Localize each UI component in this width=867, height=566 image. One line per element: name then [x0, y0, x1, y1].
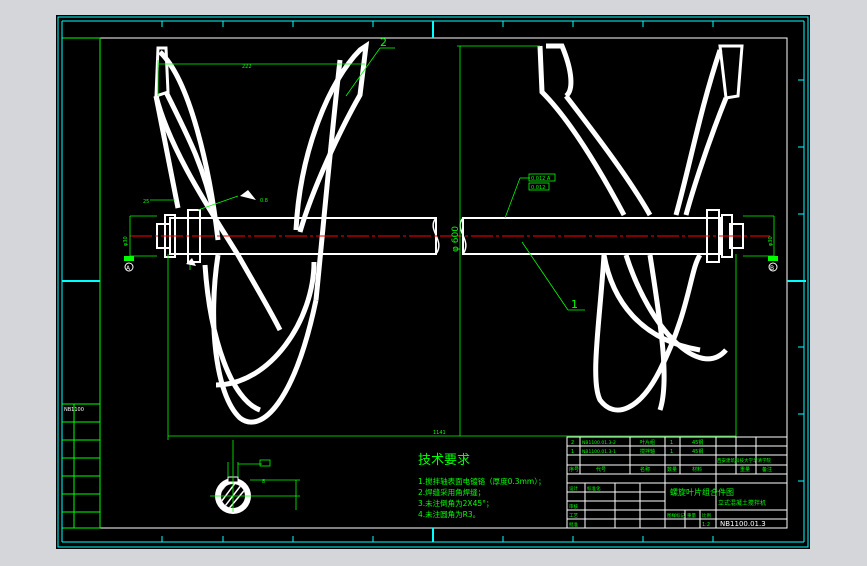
bom-no: 1	[571, 449, 574, 455]
roughness-symbol: 0.8	[260, 198, 268, 204]
dim-overall-length: 1141	[433, 430, 446, 436]
title-label: 审核	[569, 503, 578, 510]
title-label: 比例	[702, 512, 711, 519]
bom-code: NB1100.01.3-1	[582, 449, 616, 455]
drawing-title: 螺旋叶片组合件图	[670, 487, 734, 497]
tech-req-heading: 技术要求	[418, 453, 470, 468]
title-label: 标准化	[587, 485, 601, 492]
scale-value: 1:2	[702, 522, 710, 528]
svg-text:B: B	[770, 265, 774, 272]
tech-req-item: 2.焊缝采用角焊缝；	[418, 487, 485, 497]
dim-left-small: 25	[143, 199, 149, 205]
tech-req-item: 1.搅拌轴表面电镀铬（厚度0.3mm）；	[418, 476, 545, 486]
bom-qty: 1	[670, 440, 673, 446]
cad-viewport[interactable]: NB1100 2 1 222 25 1141 φ 600 φ30 φ30 0.0…	[0, 0, 867, 562]
bom-header: 名称	[640, 466, 650, 473]
title-label: 重量	[687, 512, 696, 519]
dim-top-width: 222	[242, 64, 252, 70]
bom-no: 2	[571, 440, 574, 446]
bom-name: 搅拌轴	[640, 448, 655, 455]
bom-qty: 1	[670, 449, 673, 455]
bom-header: 数量	[667, 466, 677, 473]
school-name: 西安建筑科技大学华清学院	[717, 457, 771, 464]
bom-material: 45钢	[692, 448, 703, 455]
section-keyway-dim: 8	[262, 479, 265, 485]
bom-header: 材料	[692, 466, 702, 473]
tech-req-item: 3.未注倒角为2X45°；	[418, 498, 493, 508]
bom-name: 叶片组	[640, 439, 655, 446]
bom-header: 代号	[596, 466, 606, 473]
bom-header: 序号	[569, 466, 579, 473]
left-strip-label: NB1100	[64, 407, 84, 413]
bom-material: 45钢	[692, 439, 703, 446]
balloon-1: 1	[571, 298, 578, 311]
product-name: 立式混凝土搅拌机	[718, 499, 766, 507]
bom-header: 备注	[762, 466, 772, 473]
title-label: 图样标记	[667, 512, 685, 519]
title-label: 批准	[569, 521, 578, 528]
tech-req-item: 4.未注圆角为R3。	[418, 509, 480, 519]
bom-header: 重量	[740, 466, 750, 473]
title-label: 工艺	[569, 513, 578, 519]
tolerance-lower: 0.012	[531, 185, 545, 191]
tolerance-upper: 0.012 A	[531, 176, 551, 182]
balloon-2: 2	[380, 36, 387, 49]
dim-left-end: φ30	[123, 236, 129, 246]
title-label: 设计	[569, 485, 578, 492]
dim-diameter: φ 600	[451, 226, 461, 252]
dim-right-end: φ30	[768, 236, 774, 246]
drawing-number: NB1100.01.3	[720, 520, 766, 528]
bom-code: NB1100.01.3-2	[582, 440, 616, 446]
